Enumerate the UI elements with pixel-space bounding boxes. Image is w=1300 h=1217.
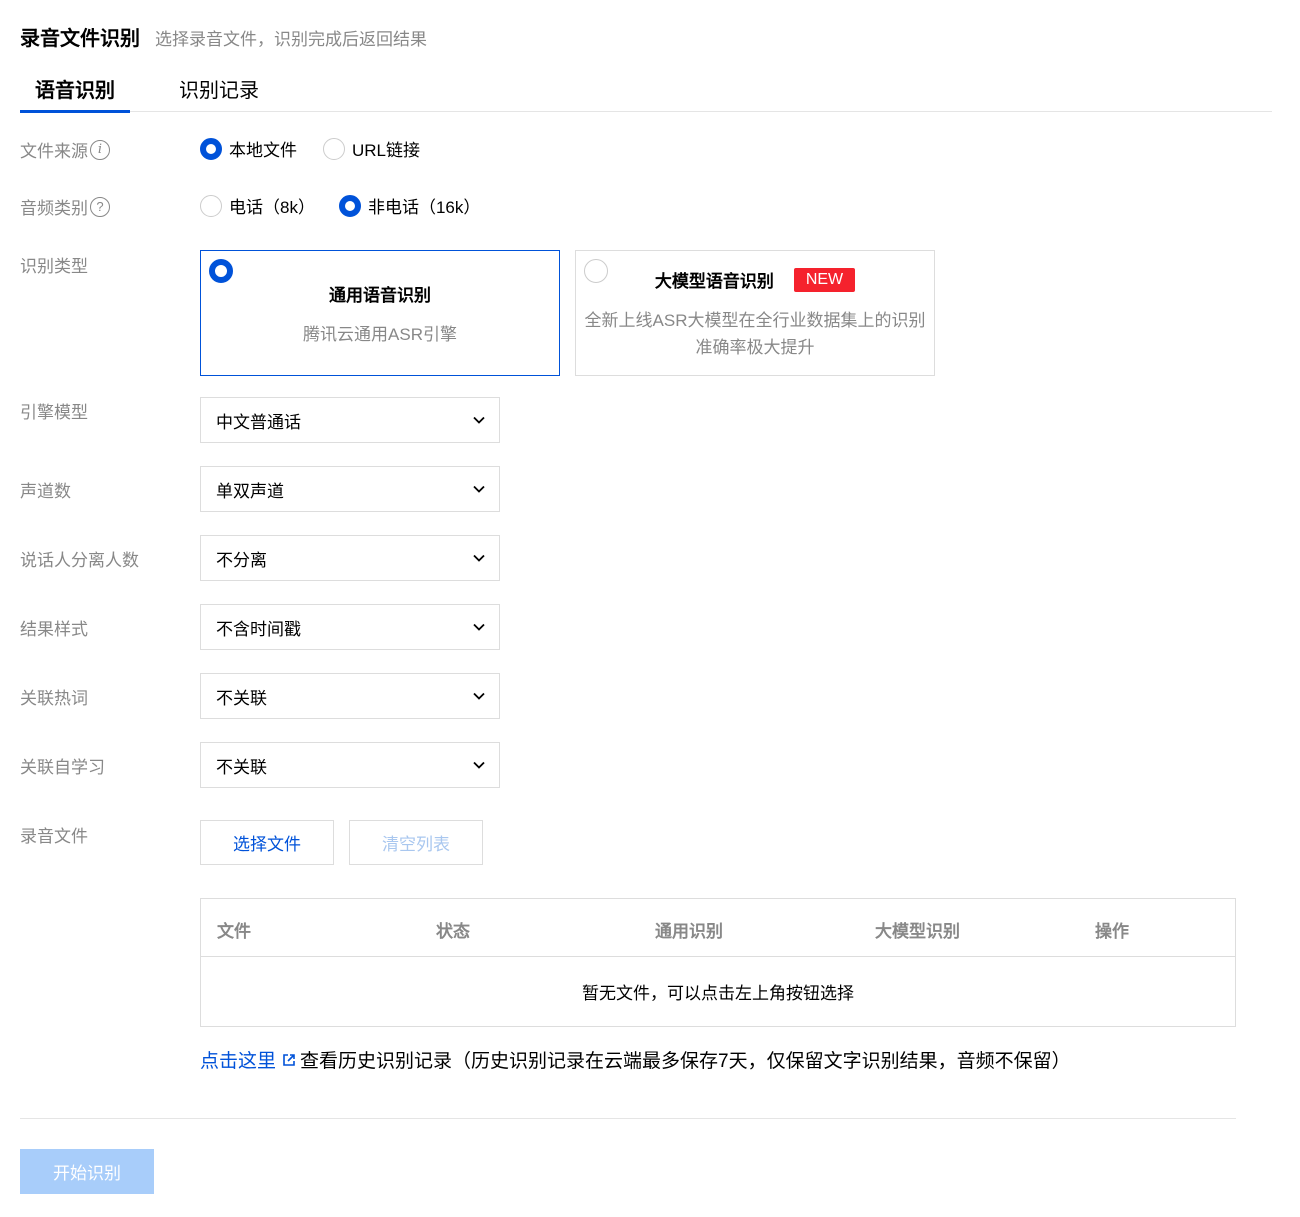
card-general-asr-desc: 腾讯云通用ASR引擎 [303, 325, 457, 344]
tab-speech-recognition[interactable]: 语音识别 [20, 74, 130, 113]
radio-url-link-label: URL链接 [352, 141, 421, 160]
audio-file-label: 录音文件 [20, 822, 88, 847]
column-header-status: 状态 [436, 922, 470, 941]
hotwords-select[interactable]: 不关联 [200, 673, 500, 719]
speakers-label-text: 说话人分离人数 [20, 551, 139, 570]
recog-type-label-text: 识别类型 [20, 257, 88, 276]
radio-checked-icon [338, 194, 361, 217]
column-header-actions: 操作 [1095, 922, 1129, 941]
history-text: 查看历史识别记录（历史识别记录在云端最多保存7天，仅保留文字识别结果，音频不保留… [300, 1051, 1071, 1072]
recog-type-label: 识别类型 [20, 252, 88, 277]
hotwords-label: 关联热词 [20, 684, 88, 709]
self-learning-select[interactable]: 不关联 [200, 742, 500, 788]
radio-url-link[interactable]: URL链接 [323, 136, 420, 161]
result-style-label-text: 结果样式 [20, 620, 88, 639]
history-link[interactable]: 点击这里 [200, 1046, 300, 1073]
hotwords-value: 不关联 [216, 688, 267, 708]
radio-checked-icon [200, 137, 222, 160]
channels-label-text: 声道数 [20, 482, 71, 501]
page-title: 录音文件识别 [20, 28, 140, 50]
start-recognition-button[interactable]: 开始识别 [20, 1149, 154, 1194]
radio-phone-8k[interactable]: 电话（8k） [200, 193, 315, 218]
engine-model-select[interactable]: 中文普通话 [200, 397, 500, 443]
chevron-down-icon [473, 416, 485, 424]
table-header: 文件 状态 通用识别 大模型识别 操作 [201, 899, 1235, 957]
engine-model-label: 引擎模型 [20, 398, 88, 423]
engine-model-value: 中文普通话 [216, 412, 301, 432]
channels-label: 声道数 [20, 477, 71, 502]
radio-checked-icon [209, 259, 233, 283]
history-note: 点击这里 查看历史识别记录（历史识别记录在云端最多保存7天，仅保留文字识别结果，… [200, 1046, 1071, 1073]
divider [20, 1118, 1236, 1119]
column-header-llm: 大模型识别 [875, 922, 960, 941]
card-llm-asr-title-row: 大模型语音识别 NEW [576, 267, 934, 292]
self-learning-label-text: 关联自学习 [20, 758, 105, 777]
file-source-radio-group: 本地文件 URL链接 [200, 136, 446, 161]
audio-type-label-text: 音频类别 [20, 199, 88, 218]
tab-recognition-records[interactable]: 识别记录 [179, 74, 259, 112]
file-source-label: 文件来源 i [20, 137, 110, 162]
radio-non-phone-16k-label: 非电话（16k） [367, 198, 481, 217]
file-table: 文件 状态 通用识别 大模型识别 操作 暂无文件，可以点击左上角按钮选择 [200, 898, 1236, 1027]
page-subtitle: 选择录音文件，识别完成后返回结果 [155, 30, 427, 49]
radio-phone-8k-label: 电话（8k） [229, 198, 315, 217]
chevron-down-icon [473, 761, 485, 769]
radio-local-file-label: 本地文件 [229, 141, 297, 160]
radio-unchecked-icon [200, 194, 222, 217]
radio-local-file[interactable]: 本地文件 [200, 136, 297, 161]
radio-non-phone-16k[interactable]: 非电话（16k） [338, 193, 481, 218]
chevron-down-icon [473, 485, 485, 493]
audio-type-label: 音频类别 ? [20, 194, 110, 219]
audio-type-radio-group: 电话（8k） 非电话（16k） [200, 193, 506, 218]
external-link-icon [283, 1053, 295, 1066]
result-style-value: 不含时间戳 [216, 619, 301, 639]
chevron-down-icon [473, 692, 485, 700]
card-llm-asr-title: 大模型语音识别 [654, 272, 774, 291]
result-style-select[interactable]: 不含时间戳 [200, 604, 500, 650]
audio-file-label-text: 录音文件 [20, 827, 88, 846]
card-llm-asr-desc: 全新上线ASR大模型在全行业数据集上的识别准确率极大提升 [584, 311, 926, 357]
radio-unchecked-icon [323, 137, 345, 160]
help-icon[interactable]: ? [90, 196, 110, 217]
channels-value: 单双声道 [216, 481, 284, 501]
speakers-value: 不分离 [216, 550, 267, 570]
choose-file-button[interactable]: 选择文件 [200, 820, 334, 865]
tab-bar: 语音识别 识别记录 [20, 74, 1272, 113]
self-learning-label: 关联自学习 [20, 753, 105, 778]
engine-model-label-text: 引擎模型 [20, 403, 88, 422]
table-empty-state: 暂无文件，可以点击左上角按钮选择 [582, 984, 854, 1003]
hotwords-label-text: 关联热词 [20, 689, 88, 708]
card-general-asr[interactable]: 通用语音识别 腾讯云通用ASR引擎 [200, 250, 560, 376]
clear-list-button[interactable]: 清空列表 [349, 820, 483, 865]
result-style-label: 结果样式 [20, 615, 88, 640]
card-llm-asr[interactable]: 大模型语音识别 NEW 全新上线ASR大模型在全行业数据集上的识别准确率极大提升 [575, 250, 935, 376]
page-header: 录音文件识别 选择录音文件，识别完成后返回结果 [20, 22, 427, 51]
history-link-text: 点击这里 [200, 1051, 277, 1072]
file-source-label-text: 文件来源 [20, 142, 88, 161]
card-general-asr-title: 通用语音识别 [329, 286, 431, 305]
new-badge: NEW [793, 267, 856, 292]
chevron-down-icon [473, 623, 485, 631]
speakers-select[interactable]: 不分离 [200, 535, 500, 581]
speakers-label: 说话人分离人数 [20, 546, 139, 571]
column-header-general: 通用识别 [655, 922, 723, 941]
info-icon[interactable]: i [90, 139, 110, 160]
channels-select[interactable]: 单双声道 [200, 466, 500, 512]
chevron-down-icon [473, 554, 485, 562]
self-learning-value: 不关联 [216, 757, 267, 777]
column-header-file: 文件 [217, 922, 251, 941]
